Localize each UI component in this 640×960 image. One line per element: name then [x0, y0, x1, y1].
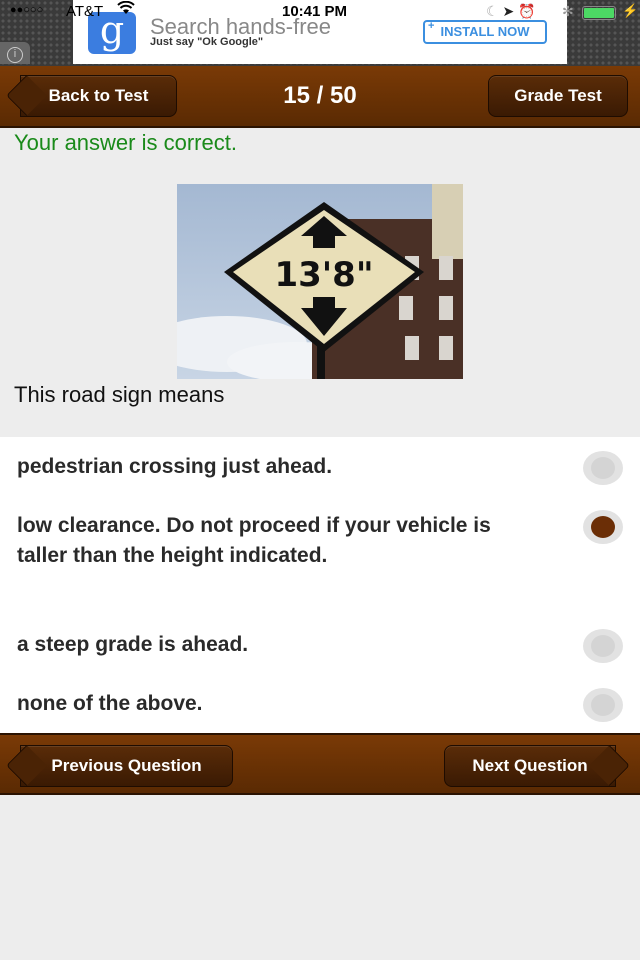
radio-dot-icon: [591, 516, 615, 538]
install-now-label: INSTALL NOW: [440, 24, 530, 39]
answer-text: a steep grade is ahead.: [17, 633, 249, 656]
ad-subtitle: Just say "Ok Google": [150, 36, 264, 48]
road-sign-image: 13'8": [177, 184, 463, 379]
info-icon: i: [7, 47, 23, 63]
wifi-icon: [117, 0, 135, 19]
answer-option-3[interactable]: a steep grade is ahead.: [0, 630, 640, 660]
signal-strength-icon: ●●○○○: [10, 4, 44, 16]
previous-question-label: Previous Question: [51, 756, 202, 775]
previous-question-button[interactable]: Previous Question: [20, 745, 233, 787]
answer-radio-2-selected[interactable]: [583, 510, 623, 544]
answer-option-1[interactable]: pedestrian crossing just ahead.: [0, 452, 640, 482]
grade-test-button[interactable]: Grade Test: [488, 75, 628, 117]
ad-info-button[interactable]: i: [0, 42, 30, 64]
next-question-label: Next Question: [472, 756, 588, 775]
moon-icon: ☾: [486, 3, 499, 19]
clock: 10:41 PM: [282, 3, 348, 20]
question-prompt: This road sign means: [14, 382, 225, 407]
top-navigation-bar: Back to Test 15 / 50 Grade Test: [0, 66, 640, 128]
radio-dot-icon: [591, 457, 615, 479]
status-bar: ●●○○○ AT&T 10:41 PM ☾ ➤ ⏰ ✻ ⚡: [0, 0, 640, 24]
answer-list: pedestrian crossing just ahead. low clea…: [0, 437, 640, 733]
next-question-button[interactable]: Next Question: [444, 745, 616, 787]
answer-feedback: Your answer is correct.: [14, 130, 237, 155]
battery-icon: [582, 6, 616, 20]
radio-dot-icon: [591, 694, 615, 716]
answer-text: pedestrian crossing just ahead.: [17, 455, 333, 478]
charging-bolt-icon: ⚡: [622, 3, 639, 18]
carrier-name: AT&T: [66, 3, 104, 20]
answer-option-4[interactable]: none of the above.: [0, 689, 640, 719]
status-icons: ☾ ➤ ⏰: [486, 3, 536, 20]
answer-radio-1[interactable]: [583, 451, 623, 485]
grade-test-label: Grade Test: [514, 86, 602, 105]
bottom-navigation-bar: Previous Question Next Question: [0, 733, 640, 795]
answer-text: none of the above.: [17, 692, 203, 715]
answer-radio-4[interactable]: [583, 688, 623, 722]
bluetooth-icon: ✻: [562, 3, 574, 19]
answer-option-2[interactable]: low clearance. Do not proceed if your ve…: [0, 511, 640, 571]
answer-radio-3[interactable]: [583, 629, 623, 663]
back-to-test-label: Back to Test: [48, 86, 149, 105]
location-icon: ➤: [502, 3, 515, 19]
radio-dot-icon: [591, 635, 615, 657]
sign-text: 13'8": [274, 255, 373, 295]
answer-text: low clearance. Do not proceed if your ve…: [17, 514, 491, 567]
alarm-icon: ⏰: [518, 3, 536, 19]
